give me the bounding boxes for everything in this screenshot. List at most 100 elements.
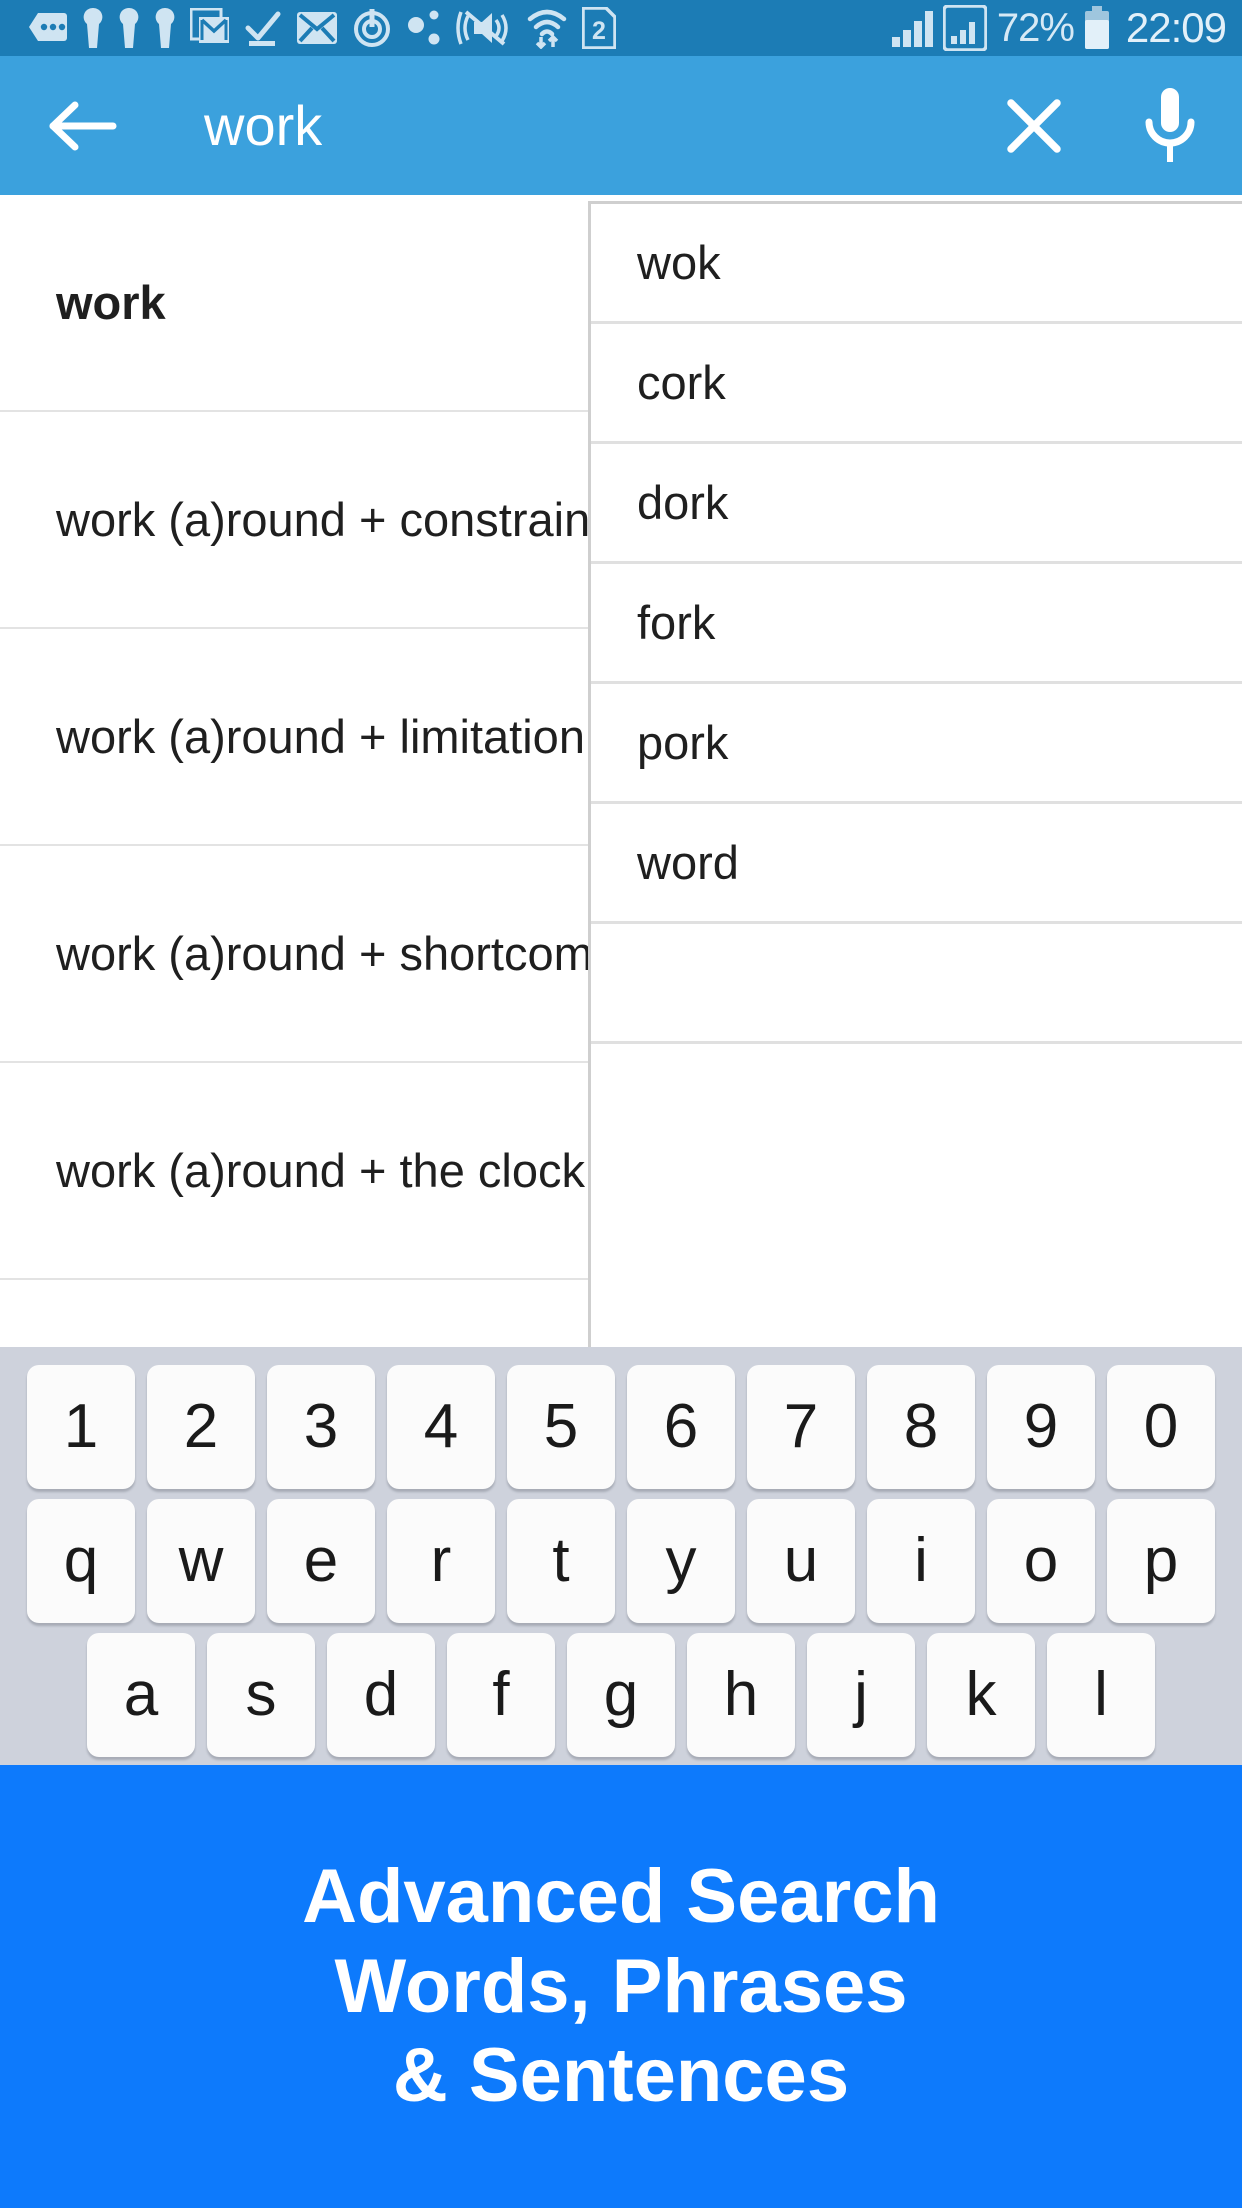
key-label: j [854,1660,868,1729]
key-label: y [665,1526,697,1595]
key-label: 3 [303,1392,339,1461]
key-label: 1 [63,1392,99,1461]
gmail-icon [190,8,230,48]
key-k[interactable]: k [927,1633,1035,1757]
phrase-suggestion-label: work [56,276,166,329]
key-label: 9 [1023,1392,1059,1461]
ad-banner[interactable]: Advanced Search Words, Phrases & Sentenc… [0,1765,1242,2208]
key-label: i [914,1526,928,1595]
voice-search-button[interactable] [1122,78,1218,174]
key-8[interactable]: 8 [867,1365,975,1489]
list-item[interactable]: work [0,195,588,412]
word-suggestion-label: fork [637,596,716,649]
keyguard-icon-2 [118,7,140,49]
key-label: h [723,1660,759,1729]
key-label: 8 [903,1392,939,1461]
key-l[interactable]: l [1047,1633,1155,1757]
word-suggestion-label: pork [637,716,729,769]
clear-search-button[interactable] [986,78,1082,174]
microphone-icon [1145,87,1195,162]
list-item[interactable]: work (a)round + constraints [0,412,588,629]
key-label: k [965,1660,997,1729]
key-2[interactable]: 2 [147,1365,255,1489]
key-4[interactable]: 4 [387,1365,495,1489]
clock-label: 22:09 [1125,4,1227,51]
key-w[interactable]: w [147,1499,255,1623]
key-0[interactable]: 0 [1107,1365,1215,1489]
key-label: d [363,1660,399,1729]
phrase-suggestion-label: work (a)round + constraints [56,493,588,546]
key-p[interactable]: p [1107,1499,1215,1623]
list-item[interactable]: work (a)round + limitation [0,629,588,846]
keyboard-row-asdf: a s d f g h j k l [0,1633,1242,1757]
word-suggestion-label: dork [637,476,729,529]
list-item[interactable]: work (a)round + the clock [0,1063,588,1280]
list-item[interactable] [591,924,1242,1044]
key-label: 0 [1143,1392,1179,1461]
email-icon [296,11,338,45]
key-q[interactable]: q [27,1499,135,1623]
messages-icon [28,11,68,45]
key-f[interactable]: f [447,1633,555,1757]
sim-card-2-icon: 2 [582,7,616,49]
key-h[interactable]: h [687,1633,795,1757]
word-suggestion-label: wok [637,236,721,289]
key-j[interactable]: j [807,1633,915,1757]
keyguard-icon-1 [82,7,104,49]
key-s[interactable]: s [207,1633,315,1757]
search-suggestions-area: work work (a)round + constraints work (a… [0,195,1242,1347]
key-label: g [603,1660,639,1729]
key-g[interactable]: g [567,1633,675,1757]
key-9[interactable]: 9 [987,1365,1095,1489]
word-suggestion-list[interactable]: wok cork dork fork pork word [588,201,1242,1347]
phrase-suggestion-label: work (a)round + limitation [56,710,585,763]
wifi-transfer-icon [526,7,568,49]
word-suggestion-label: word [637,836,739,889]
keyboard-row-qwerty: q w e r t y u i o p [0,1499,1242,1623]
svg-text:2: 2 [592,17,606,45]
key-label: u [783,1526,819,1595]
key-label: e [303,1526,339,1595]
key-i[interactable]: i [867,1499,975,1623]
key-label: f [492,1660,510,1729]
list-item[interactable]: word [591,804,1242,924]
key-label: 5 [543,1392,579,1461]
key-o[interactable]: o [987,1499,1095,1623]
key-label: t [552,1526,570,1595]
key-d[interactable]: d [327,1633,435,1757]
key-3[interactable]: 3 [267,1365,375,1489]
key-label: o [1023,1526,1059,1595]
phrase-suggestion-label: work (a)round + shortcoming [56,927,588,980]
search-input[interactable]: work [126,93,986,158]
bluetooth-share-icon [406,8,442,48]
key-label: r [430,1526,452,1595]
list-item[interactable]: dork [591,444,1242,564]
list-item[interactable]: fork [591,564,1242,684]
key-a[interactable]: a [87,1633,195,1757]
battery-percent-label: 72% [996,5,1075,50]
phrase-suggestion-list[interactable]: work work (a)round + constraints work (a… [0,195,588,1347]
alarm-icon [352,8,392,48]
key-e[interactable]: e [267,1499,375,1623]
key-u[interactable]: u [747,1499,855,1623]
battery-icon [1084,6,1110,50]
key-1[interactable]: 1 [27,1365,135,1489]
key-label: a [123,1660,159,1729]
key-label: q [63,1526,99,1595]
key-r[interactable]: r [387,1499,495,1623]
key-6[interactable]: 6 [627,1365,735,1489]
ad-banner-line-2: Words, Phrases [334,1943,908,2029]
key-y[interactable]: y [627,1499,735,1623]
on-screen-keyboard[interactable]: 1 2 3 4 5 6 7 8 9 0 q w e r t y u i o p … [0,1347,1242,1765]
key-5[interactable]: 5 [507,1365,615,1489]
back-button[interactable] [40,83,126,169]
list-item[interactable]: pork [591,684,1242,804]
key-label: 2 [183,1392,219,1461]
keyguard-icon-3 [154,7,176,49]
list-item[interactable]: cork [591,324,1242,444]
list-item[interactable]: wok [591,204,1242,324]
list-item[interactable]: work (a)round + shortcoming [0,846,588,1063]
status-bar-system-icons: 72% 22:09 [891,4,1227,52]
key-7[interactable]: 7 [747,1365,855,1489]
key-t[interactable]: t [507,1499,615,1623]
